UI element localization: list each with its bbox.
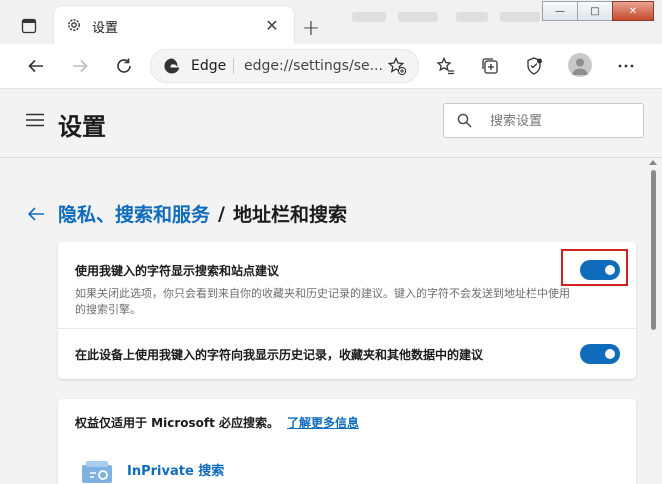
refresh-icon xyxy=(117,58,131,73)
tab-settings[interactable]: 设置 ✕ xyxy=(54,6,294,44)
window-controls: — □ ✕ xyxy=(542,1,654,21)
refresh-button[interactable] xyxy=(108,50,140,82)
blurred-tab xyxy=(398,12,438,22)
more-menu-button[interactable] xyxy=(610,50,642,82)
page-title: 设置 xyxy=(58,113,106,141)
toggle-knob xyxy=(605,349,615,359)
inprivate-search-link[interactable]: InPrivate 搜索 xyxy=(127,460,224,479)
gear-icon xyxy=(68,19,80,31)
history-suggestions-label: 在此设备上使用我键入的字符向我显示历史记录，收藏夹和其他数据中的建议 xyxy=(75,348,484,362)
tab-bar: 设置 ✕ + — □ ✕ xyxy=(0,0,662,44)
site-label: Edge xyxy=(191,58,227,74)
address-separator xyxy=(233,58,234,74)
add-favorite-icon[interactable] xyxy=(387,56,407,76)
blurred-tab xyxy=(500,12,540,22)
search-suggestions-description: 如果关闭此选项，你只会看到来自你的收藏夹和历史记录的建议。键入的字符不会发送到地… xyxy=(75,287,570,316)
user-icon xyxy=(572,58,588,75)
settings-header: 设置 xyxy=(0,89,662,158)
divider xyxy=(58,328,636,329)
forward-button[interactable] xyxy=(64,50,96,82)
breadcrumb-separator: / xyxy=(218,202,225,225)
tab-actions-icon xyxy=(21,18,37,34)
browser-toolbar: Edge edge://settings/se... xyxy=(0,44,662,89)
suggestions-card: 使用我键入的字符显示搜索和站点建议 如果关闭此选项，你只会看到来自你的收藏夹和历… xyxy=(58,242,636,379)
breadcrumb-parent-link[interactable]: 隐私、搜索和服务 xyxy=(58,200,210,227)
search-icon xyxy=(457,113,472,128)
history-suggestions-toggle[interactable] xyxy=(580,344,620,364)
back-arrow-icon xyxy=(28,59,43,73)
blurred-tab xyxy=(456,12,488,22)
settings-content: 隐私、搜索和服务 / 地址栏和搜索 使用我键入的字符显示搜索和站点建议 如果关闭… xyxy=(0,158,645,484)
url-text[interactable]: edge://settings/se... xyxy=(244,58,383,74)
back-arrow-icon[interactable] xyxy=(26,204,46,224)
hamburger-menu-icon[interactable] xyxy=(26,113,44,127)
favorites-star-list-icon xyxy=(436,56,454,75)
address-bar[interactable]: Edge edge://settings/se... xyxy=(150,49,419,83)
collections-button[interactable] xyxy=(474,50,506,82)
settings-search[interactable] xyxy=(443,103,644,138)
microsoft-search-card: 权益仅适用于 Microsoft 必应搜索。 了解更多信息 InPrivate 搜… xyxy=(58,399,636,484)
search-input[interactable] xyxy=(488,110,637,132)
microsoft-search-text: 权益仅适用于 Microsoft 必应搜索。 了解更多信息 xyxy=(75,414,359,431)
scrollbar[interactable] xyxy=(645,158,662,484)
maximize-button[interactable]: □ xyxy=(577,1,613,21)
search-suggestions-label: 使用我键入的字符显示搜索和站点建议 xyxy=(75,264,280,278)
profile-avatar[interactable] xyxy=(568,53,592,77)
new-tab-button[interactable]: + xyxy=(298,15,324,41)
inprivate-search-icon xyxy=(82,461,112,483)
favorites-button[interactable] xyxy=(430,50,462,82)
shield-heart-icon xyxy=(527,57,542,75)
back-button[interactable] xyxy=(20,50,52,82)
breadcrumb-current: 地址栏和搜索 xyxy=(232,204,347,226)
microsoft-search-note: 权益仅适用于 Microsoft 必应搜索。 xyxy=(75,416,280,430)
browser-essentials-button[interactable] xyxy=(518,50,550,82)
collections-icon xyxy=(482,58,498,74)
learn-more-link[interactable]: 了解更多信息 xyxy=(287,416,359,430)
breadcrumb: 隐私、搜索和服务 / 地址栏和搜索 xyxy=(26,200,347,227)
more-dots-icon xyxy=(618,64,634,68)
close-window-button[interactable]: ✕ xyxy=(612,1,654,21)
tab-title: 设置 xyxy=(92,21,119,36)
scroll-up-arrow-icon[interactable] xyxy=(649,160,657,165)
tab-close-button[interactable]: ✕ xyxy=(261,14,283,36)
blurred-tab xyxy=(352,12,386,22)
scroll-thumb[interactable] xyxy=(651,170,656,330)
minimize-button[interactable]: — xyxy=(542,1,578,21)
highlight-annotation-box xyxy=(561,249,628,286)
forward-arrow-icon xyxy=(73,59,88,73)
edge-logo-icon xyxy=(164,58,180,74)
tab-actions-button[interactable] xyxy=(12,12,46,40)
